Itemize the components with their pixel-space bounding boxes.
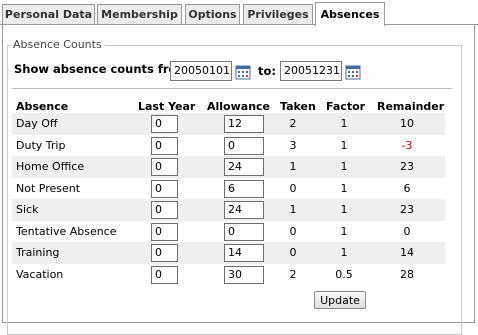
allowance-input[interactable]: 14 <box>224 244 264 262</box>
update-button[interactable]: Update <box>314 291 366 309</box>
remainder-value: -3 <box>401 139 413 152</box>
factor-value: 1 <box>340 139 348 152</box>
allowance-input[interactable]: 6 <box>224 180 264 198</box>
taken-value: 0 <box>289 246 297 259</box>
remainder-value: 28 <box>400 268 414 281</box>
tab-options[interactable]: Options <box>185 4 240 24</box>
factor-value: 1 <box>340 203 348 216</box>
absence-name: Home Office <box>16 160 85 173</box>
remainder-value: 14 <box>400 246 414 259</box>
remainder-value: 0 <box>403 225 411 238</box>
header-taken: Taken <box>280 100 316 113</box>
factor-value: 0.5 <box>335 268 353 281</box>
factor-value: 1 <box>340 225 348 238</box>
from-date-input[interactable]: 20050101 <box>170 61 232 81</box>
last-year-input[interactable]: 0 <box>151 158 178 176</box>
allowance-input[interactable]: 0 <box>224 137 264 155</box>
remainder-value: 10 <box>400 117 414 130</box>
header-remainder: Remainder <box>377 100 445 113</box>
from-label: Show absence counts from <box>14 62 189 76</box>
remainder-value: 6 <box>403 182 411 195</box>
absence-name: Not Present <box>16 182 81 195</box>
absence-name: Vacation <box>16 268 64 281</box>
header-factor: Factor <box>326 100 366 113</box>
allowance-input[interactable]: 30 <box>224 266 264 284</box>
taken-value: 1 <box>289 203 297 216</box>
allowance-input[interactable]: 24 <box>224 158 264 176</box>
taken-value: 0 <box>289 182 297 195</box>
factor-value: 1 <box>340 117 348 130</box>
taken-value: 2 <box>289 268 297 281</box>
to-label: to: <box>258 64 276 78</box>
factor-value: 1 <box>340 246 348 259</box>
taken-value: 2 <box>289 117 297 130</box>
allowance-input[interactable]: 0 <box>224 223 264 241</box>
header-absence: Absence <box>16 100 69 113</box>
last-year-input[interactable]: 0 <box>151 137 178 155</box>
allowance-input[interactable]: 24 <box>224 201 264 219</box>
last-year-input[interactable]: 0 <box>151 201 178 219</box>
divider <box>12 88 452 89</box>
fieldset-legend: Absence Counts <box>10 38 105 51</box>
remainder-value: 23 <box>400 203 414 216</box>
tab-bar: Personal Data Membership Options Privile… <box>0 0 478 26</box>
absence-name: Day Off <box>16 117 58 130</box>
taken-value: 0 <box>289 225 297 238</box>
absence-name: Training <box>16 246 60 259</box>
last-year-input[interactable]: 0 <box>151 180 178 198</box>
tab-membership[interactable]: Membership <box>97 4 182 24</box>
allowance-input[interactable]: 12 <box>224 115 264 133</box>
calendar-icon[interactable] <box>235 64 251 80</box>
tab-personal-data[interactable]: Personal Data <box>2 4 95 24</box>
absence-name: Duty Trip <box>16 139 66 152</box>
factor-value: 1 <box>340 160 348 173</box>
last-year-input[interactable]: 0 <box>151 115 178 133</box>
tab-absences[interactable]: Absences <box>315 2 385 26</box>
header-allowance: Allowance <box>207 100 271 113</box>
absence-name: Sick <box>16 203 39 216</box>
last-year-input[interactable]: 0 <box>151 223 178 241</box>
to-date-input[interactable]: 20051231 <box>280 61 342 81</box>
taken-value: 3 <box>289 139 297 152</box>
factor-value: 1 <box>340 182 348 195</box>
remainder-value: 23 <box>400 160 414 173</box>
last-year-input[interactable]: 0 <box>151 244 178 262</box>
header-last-year: Last Year <box>138 100 196 113</box>
calendar-icon[interactable] <box>345 64 361 80</box>
tab-privileges[interactable]: Privileges <box>243 4 313 24</box>
taken-value: 1 <box>289 160 297 173</box>
last-year-input[interactable]: 0 <box>151 266 178 284</box>
absence-name: Tentative Absence <box>16 225 117 238</box>
